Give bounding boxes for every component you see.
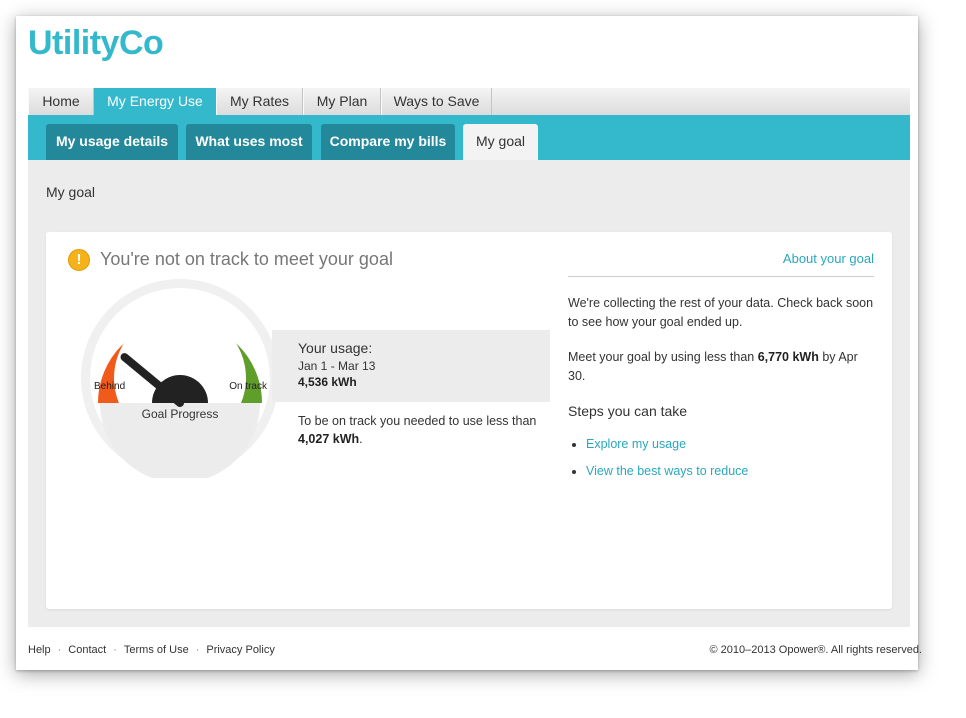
page-title: My goal xyxy=(46,184,96,200)
goal-card: ! You're not on track to meet your goal … xyxy=(46,232,892,609)
usage-value: 4,536 kWh xyxy=(298,375,357,389)
collecting-data-text: We're collecting the rest of your data. … xyxy=(568,296,874,329)
sub-nav: My usage details What uses most Compare … xyxy=(28,115,910,160)
list-item: View the best ways to reduce xyxy=(586,462,878,481)
copyright: © 2010–2013 Opower®. All rights reserved… xyxy=(709,644,923,656)
tab-home[interactable]: Home xyxy=(28,88,94,115)
main-nav: Home My Energy Use My Rates My Plan Ways… xyxy=(28,88,910,116)
gauge-label-behind: Behind xyxy=(94,381,125,392)
list-item: Explore my usage xyxy=(586,435,878,454)
usage-label: Your usage: xyxy=(298,340,373,356)
footer-link-contact[interactable]: Contact xyxy=(68,644,106,656)
meet-goal-prefix: Meet your goal by using less than xyxy=(568,350,755,364)
content-area: My goal ! You're not on track to meet yo… xyxy=(28,160,910,627)
goal-progress-gauge: Behind On track Goal Progress xyxy=(80,278,280,483)
subtab-compare-my-bills[interactable]: Compare my bills xyxy=(321,124,455,160)
footer-link-terms[interactable]: Terms of Use xyxy=(124,644,189,656)
footer-separator: · xyxy=(195,644,200,656)
steps-list: Explore my usage View the best ways to r… xyxy=(568,435,878,481)
footer-separator: · xyxy=(57,644,62,656)
divider xyxy=(568,276,874,277)
browser-window: UtilityCo Home My Energy Use My Rates My… xyxy=(16,16,922,670)
usage-date-range: Jan 1 - Mar 13 xyxy=(298,359,376,373)
gauge-svg: Behind On track Goal Progress xyxy=(81,279,279,483)
footer-separator: · xyxy=(113,644,117,656)
utilityco-logo[interactable]: UtilityCo xyxy=(28,24,164,63)
tab-my-rates[interactable]: My Rates xyxy=(216,88,303,115)
tab-my-plan[interactable]: My Plan xyxy=(303,88,381,115)
subtab-my-goal[interactable]: My goal xyxy=(463,124,538,160)
subtab-what-uses-most[interactable]: What uses most xyxy=(186,124,312,160)
usage-box: Your usage: Jan 1 - Mar 13 4,536 kWh xyxy=(272,330,550,402)
best-ways-to-reduce-link[interactable]: View the best ways to reduce xyxy=(586,464,748,478)
meet-goal-text: Meet your goal by using less than 6,770 … xyxy=(568,348,878,386)
gauge-label-ontrack: On track xyxy=(229,381,268,392)
tab-ways-to-save[interactable]: Ways to Save xyxy=(381,88,492,115)
footer-link-privacy[interactable]: Privacy Policy xyxy=(206,644,274,656)
subtab-my-usage-details[interactable]: My usage details xyxy=(46,124,178,160)
ontrack-value: 4,027 kWh xyxy=(298,432,360,446)
about-your-goal-link[interactable]: About your goal xyxy=(783,251,874,266)
warning-icon: ! xyxy=(68,249,90,271)
explore-my-usage-link[interactable]: Explore my usage xyxy=(586,437,686,451)
ontrack-text: To be on track you needed to use less th… xyxy=(298,412,548,448)
ontrack-prefix: To be on track you needed to use less th… xyxy=(298,414,537,428)
steps-title: Steps you can take xyxy=(568,403,688,419)
meet-goal-value: 6,770 kWh xyxy=(757,350,819,364)
ontrack-suffix: . xyxy=(359,432,363,446)
gauge-caption: Goal Progress xyxy=(142,407,219,421)
tab-my-energy-use[interactable]: My Energy Use xyxy=(94,88,216,115)
footer-link-help[interactable]: Help xyxy=(28,644,51,656)
goal-status-title: You're not on track to meet your goal xyxy=(100,249,393,269)
goal-details: We're collecting the rest of your data. … xyxy=(568,294,878,489)
footer: Help · Contact · Terms of Use · Privacy Policy… xyxy=(28,644,922,656)
